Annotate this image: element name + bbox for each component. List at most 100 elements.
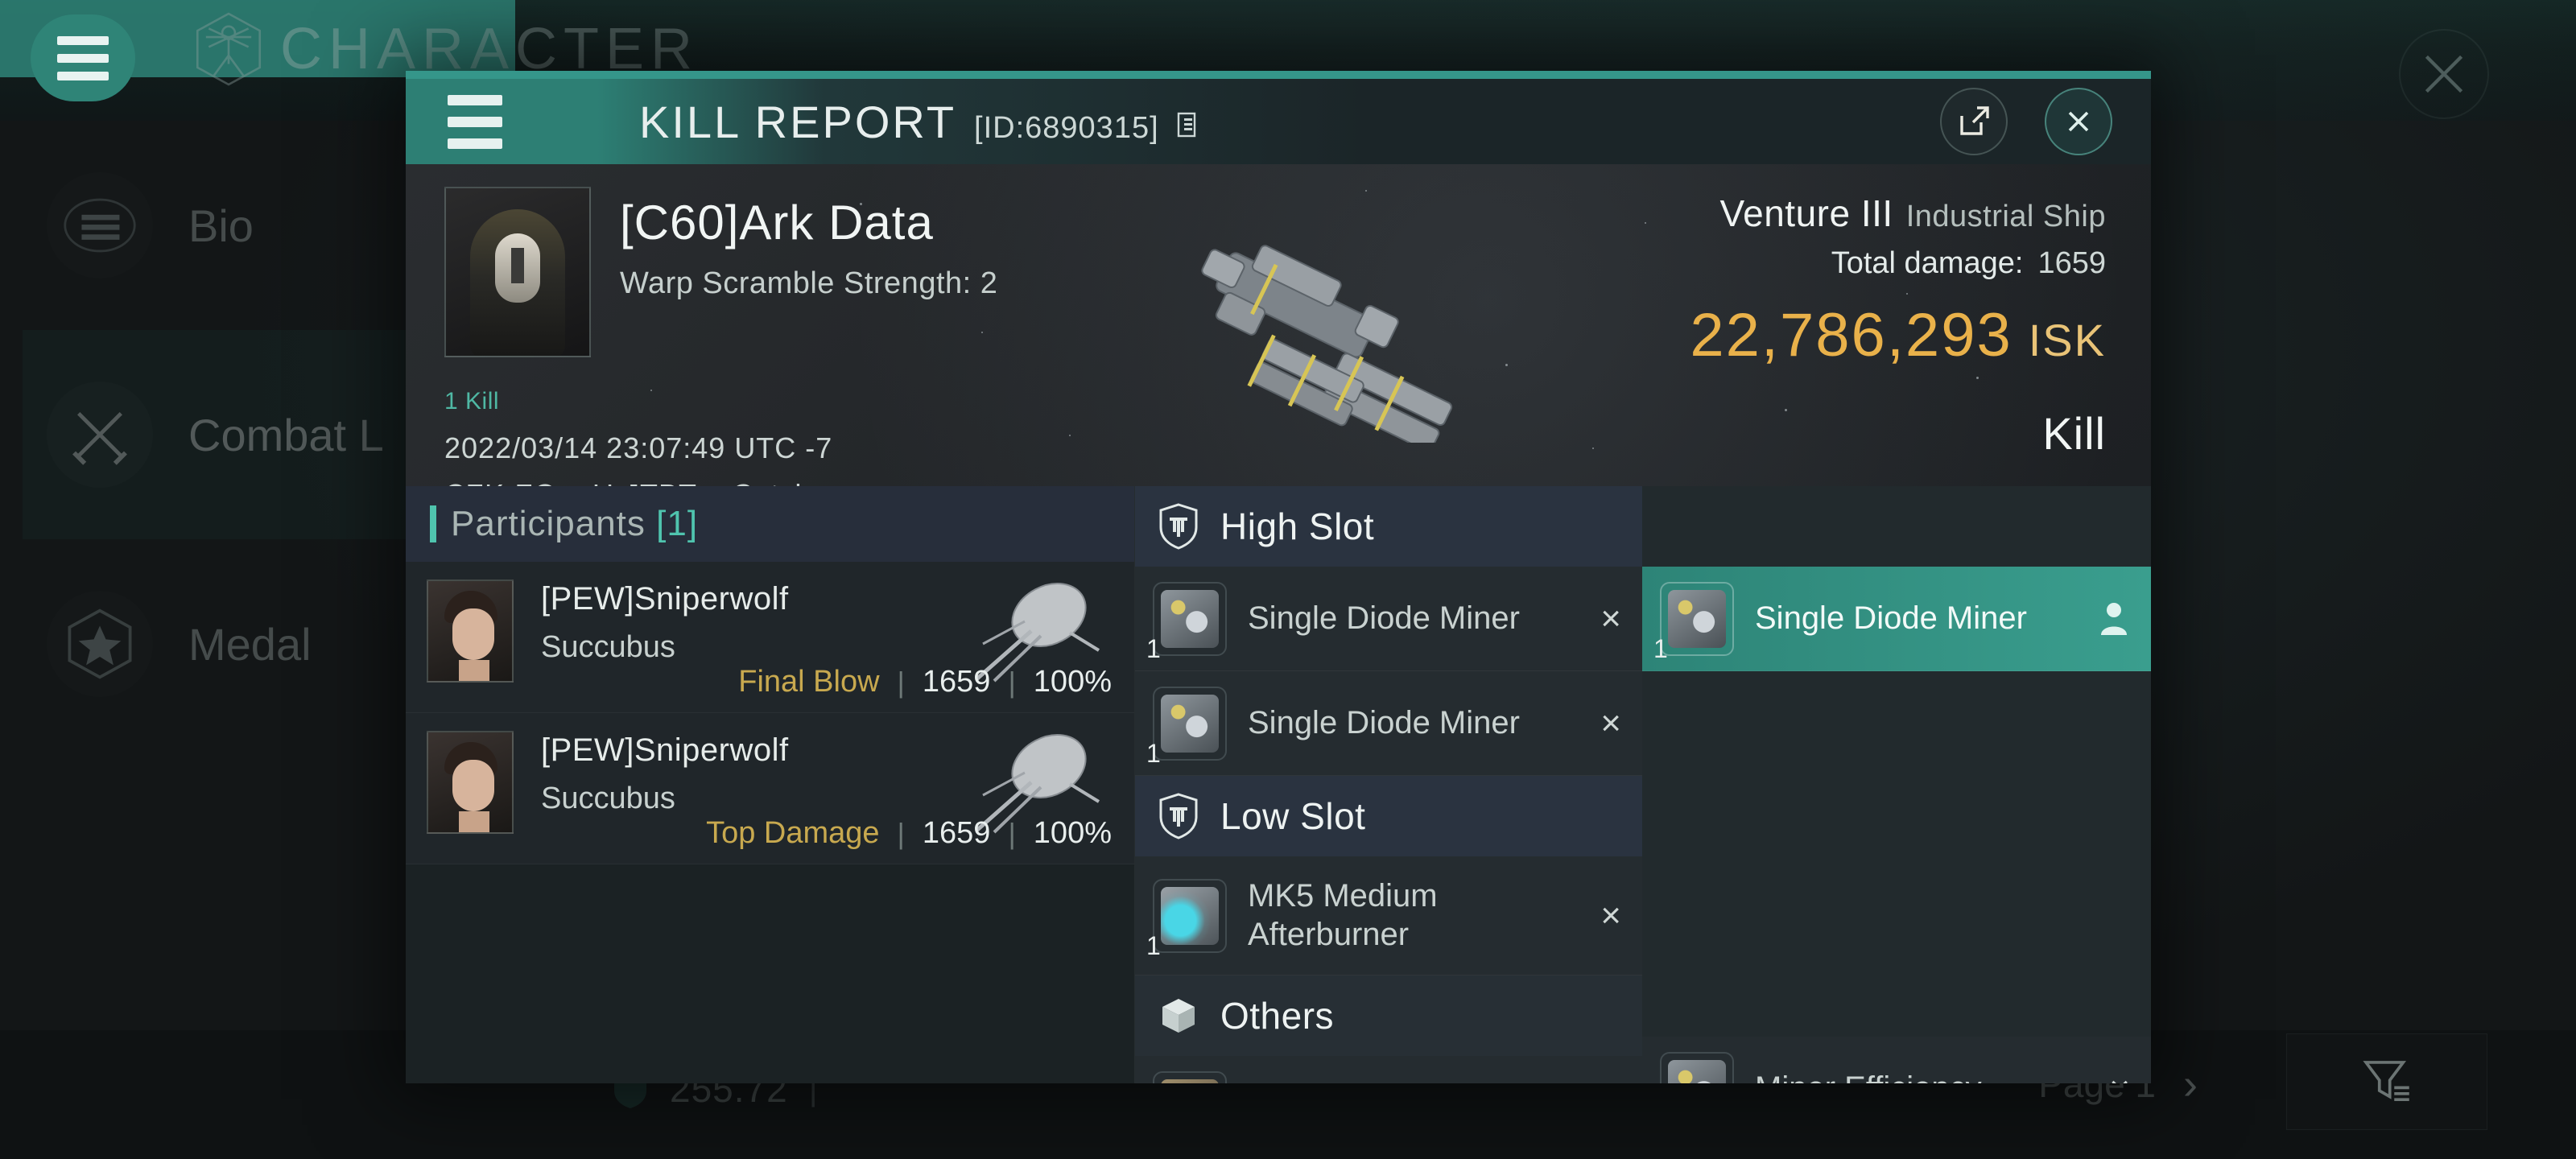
item-quantity: 1 xyxy=(1146,738,1161,768)
modal-title: KILL REPORT xyxy=(639,96,957,147)
total-damage-value: 1659 xyxy=(2037,246,2106,280)
victim-portrait xyxy=(444,187,591,357)
item-name: Single Diode Miner xyxy=(1248,600,1520,636)
fitting-item-row[interactable]: 1 Single Diode Miner × xyxy=(1135,567,1642,671)
filter-icon xyxy=(2363,1061,2409,1102)
modal-title-id: [ID:6890315] xyxy=(974,110,1159,145)
participant-ship: Succubus xyxy=(541,630,675,664)
hamburger-icon xyxy=(448,138,502,149)
copy-icon[interactable] xyxy=(1177,112,1201,141)
fitting-item-row[interactable]: 1 MK5 Medium Afterburner × xyxy=(1135,856,1642,975)
kill-result-label: Kill xyxy=(2042,408,2106,459)
separator: | xyxy=(1008,665,1016,699)
miner-module-icon: 1 xyxy=(1146,686,1227,768)
modal-title-row: KILL REPORT [ID:6890315] xyxy=(639,96,1201,148)
fitted-modules-column: High Slot 1 Single Diode Miner × 1 Singl… xyxy=(1135,486,1642,1083)
filter-button[interactable] xyxy=(2286,1033,2487,1130)
item-name: MK5 Medium Afterburner xyxy=(1248,878,1438,952)
fitting-item-row[interactable]: 1 Rich Crokite × xyxy=(1135,1056,1642,1083)
isk-unit: ISK xyxy=(2028,315,2106,365)
sidebar-item-label: Bio xyxy=(188,200,254,251)
background-close-button[interactable] xyxy=(2399,29,2489,119)
item-quantity: 1 xyxy=(1653,633,1668,663)
hamburger-icon xyxy=(448,94,502,105)
ship-name: Venture III xyxy=(1719,192,1893,234)
ore-icon: 1 xyxy=(1153,1070,1227,1083)
sidebar-item-label: Medal xyxy=(188,618,312,670)
participant-ship: Succubus xyxy=(541,782,675,815)
participants-count: [1] xyxy=(656,504,699,543)
kill-location: CZK-ZQ < U-JTBT < Catch xyxy=(444,478,997,486)
participant-row[interactable]: [PEW]Sniperwolf Succubus Final Blow | 16… xyxy=(406,562,1134,713)
vitruvian-man-icon xyxy=(196,12,262,86)
item-name: Single Diode Miner xyxy=(1755,600,2027,636)
dropped-item-row-selected[interactable]: 1 Single Diode Miner xyxy=(1642,567,2151,671)
modal-body: Participants [1] [PEW]Sniperwolf Succubu… xyxy=(406,486,2151,1083)
victim-name: [C60]Ark Data xyxy=(620,196,934,250)
hamburger-icon xyxy=(448,116,502,127)
participant-percent: 100% xyxy=(1033,665,1112,699)
modal-close-button[interactable] xyxy=(2045,88,2112,155)
ship-category: Industrial Ship xyxy=(1905,200,2106,233)
fitting-panel: High Slot 1 Single Diode Miner × 1 Singl… xyxy=(1135,486,2151,1083)
kill-summary-stats: Venture III Industrial Ship Total damage… xyxy=(1690,192,2106,460)
slot-shield-icon xyxy=(1159,503,1198,550)
fitting-item-row[interactable]: 1 Single Diode Miner × xyxy=(1135,671,1642,776)
remove-icon[interactable]: × xyxy=(2109,1069,2130,1084)
modal-menu-button[interactable] xyxy=(406,79,544,164)
kill-count: 1 Kill xyxy=(444,388,500,415)
remove-icon[interactable]: × xyxy=(1600,896,1621,936)
header-slant-decoration xyxy=(535,79,639,164)
isk-value: 22,786,293 xyxy=(1690,301,2013,369)
miner-module-icon: 1 xyxy=(1653,581,1734,663)
sidebar-item-label: Combat L xyxy=(188,409,384,460)
victim-info: [C60]Ark Data Warp Scramble Strength: 2 … xyxy=(444,187,997,486)
slot-group-title: Others xyxy=(1220,995,1335,1037)
slot-group-header-others: Others xyxy=(1135,975,1642,1056)
person-icon[interactable] xyxy=(2098,600,2130,638)
participant-stats: Final Blow | 1659 | 100% xyxy=(738,665,1112,699)
participant-portrait xyxy=(427,731,514,834)
modal-header: KILL REPORT [ID:6890315] xyxy=(406,79,2151,164)
hamburger-icon xyxy=(57,71,109,80)
hamburger-icon xyxy=(57,53,109,63)
miner-module-icon: 1 xyxy=(1146,581,1227,663)
kill-report-modal: KILL REPORT [ID:6890315] [C60]Ark Data W… xyxy=(406,71,2151,1083)
slot-group-header-high-slot: High Slot xyxy=(1135,486,1642,567)
slot-group-header-low-slot: Low Slot xyxy=(1135,776,1642,856)
participant-name: [PEW]Sniperwolf xyxy=(541,732,789,768)
column-spacer xyxy=(1642,486,2151,567)
rig-module-icon: 1 xyxy=(1660,1051,1734,1083)
dropped-item-row[interactable]: 1 Miner Efficiency × xyxy=(1642,1037,2151,1083)
separator: | xyxy=(1008,816,1016,850)
item-name: Single Diode Miner xyxy=(1248,704,1520,740)
kill-summary-hero: [C60]Ark Data Warp Scramble Strength: 2 … xyxy=(406,164,2151,486)
chevron-right-icon[interactable]: › xyxy=(2183,1059,2198,1109)
slot-shield-icon xyxy=(1159,793,1198,839)
dropped-items-column: 1 Single Diode Miner 1 Miner Eff xyxy=(1642,486,2151,1083)
background-hamburger-button[interactable] xyxy=(31,14,135,101)
close-icon xyxy=(2068,111,2089,132)
venture-ship-render xyxy=(1201,245,1453,443)
lines-icon xyxy=(47,172,153,278)
participants-label: Participants xyxy=(451,504,646,543)
separator: | xyxy=(897,665,905,699)
participant-portrait xyxy=(427,580,514,683)
hamburger-icon xyxy=(57,35,109,45)
item-quantity: 1 xyxy=(1146,930,1161,960)
slot-group-title: Low Slot xyxy=(1220,795,1366,837)
accent-bar xyxy=(430,505,436,542)
remove-icon[interactable]: × xyxy=(1600,703,1621,744)
participant-name: [PEW]Sniperwolf xyxy=(541,581,789,617)
participant-percent: 100% xyxy=(1033,816,1112,850)
participant-row[interactable]: [PEW]Sniperwolf Succubus Top Damage | 16… xyxy=(406,713,1134,864)
star-hex-icon xyxy=(47,591,153,697)
separator: | xyxy=(897,816,905,850)
total-damage-label: Total damage: xyxy=(1831,246,2024,280)
participant-damage: 1659 xyxy=(922,816,991,850)
share-button[interactable] xyxy=(1940,88,2008,155)
remove-icon[interactable]: × xyxy=(1600,599,1621,639)
participants-header: Participants [1] xyxy=(406,486,1134,562)
crossed-swords-icon xyxy=(47,382,153,488)
modal-header-actions xyxy=(1940,88,2112,155)
